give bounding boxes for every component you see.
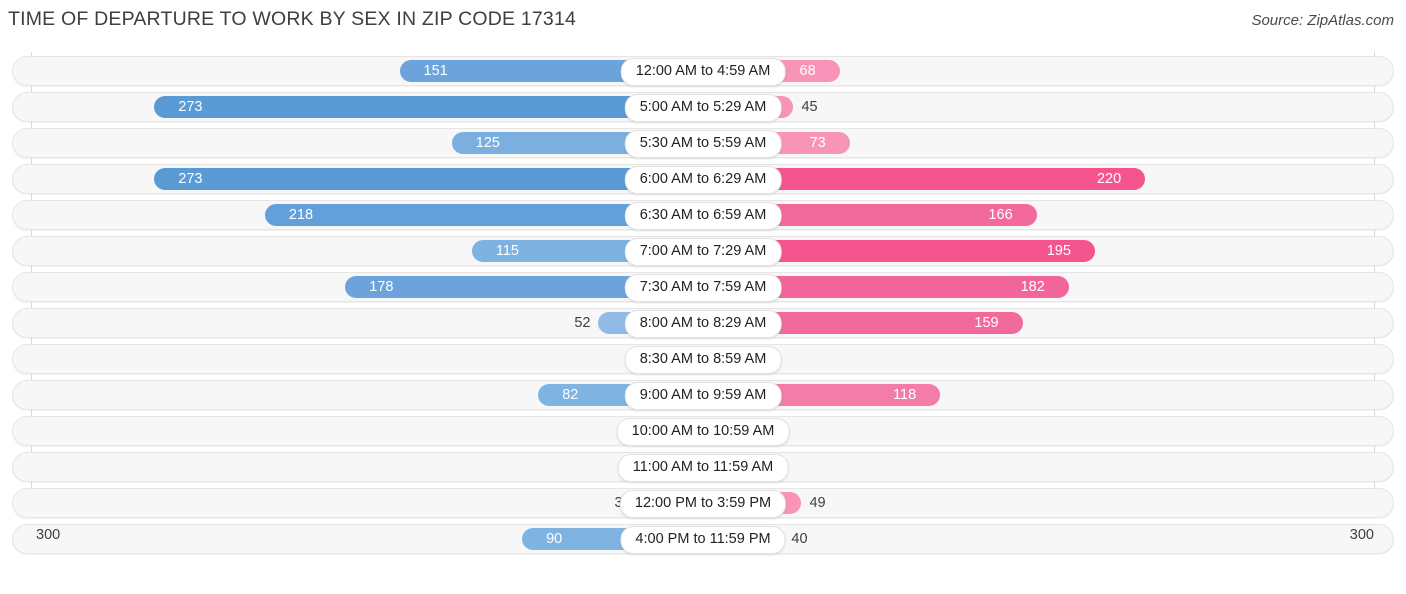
category-label[interactable]: 6:30 AM to 6:59 AM [624,202,782,230]
table-row[interactable]: 324912:00 PM to 3:59 PM [12,488,1394,518]
table-row[interactable]: 82 118 9:00 AM to 9:59 AM [12,380,1394,410]
table-row[interactable]: 125 73 5:30 AM to 5:59 AM [12,128,1394,158]
table-row[interactable]: 273 220 6:00 AM to 6:29 AM [12,164,1394,194]
table-row[interactable]: 0010:00 AM to 10:59 AM [12,416,1394,446]
category-label[interactable]: 8:00 AM to 8:29 AM [624,310,782,338]
category-label[interactable]: 8:30 AM to 8:59 AM [624,346,782,374]
category-label[interactable]: 6:00 AM to 6:29 AM [624,166,782,194]
table-row[interactable]: 151 68 12:00 AM to 4:59 AM [12,56,1394,86]
category-label[interactable]: 11:00 AM to 11:59 AM [617,454,789,482]
table-row[interactable]: 218 166 6:30 AM to 6:59 AM [12,200,1394,230]
table-row[interactable]: 115 195 7:00 AM to 7:29 AM [12,236,1394,266]
category-label[interactable]: 7:00 AM to 7:29 AM [624,238,782,266]
category-label[interactable]: 5:30 AM to 5:59 AM [624,130,782,158]
category-label[interactable]: 7:30 AM to 7:59 AM [624,274,782,302]
category-label[interactable]: 9:00 AM to 9:59 AM [624,382,782,410]
source-attribution: Source: ZipAtlas.com [1251,12,1394,29]
category-label[interactable]: 5:00 AM to 5:29 AM [624,94,782,122]
category-label[interactable]: 10:00 AM to 10:59 AM [616,418,790,446]
table-row[interactable]: 1458:30 AM to 8:59 AM [12,344,1394,374]
table-row[interactable]: 178 182 7:30 AM to 7:59 AM [12,272,1394,302]
category-label[interactable]: 12:00 PM to 3:59 PM [619,490,787,518]
category-label[interactable]: 12:00 AM to 4:59 AM [620,58,786,86]
male-value-label: 273 [178,171,203,187]
male-value-label: 273 [178,99,203,115]
chart-plot-area: 151 68 12:00 AM to 4:59 AM 273 45 5:00 AM to … [0,52,1406,555]
table-row[interactable]: 273 45 5:00 AM to 5:29 AM [12,92,1394,122]
category-label[interactable]: 4:00 PM to 11:59 PM [620,526,786,554]
table-row[interactable]: 52 159 8:00 AM to 8:29 AM [12,308,1394,338]
table-row[interactable]: 3011:00 AM to 11:59 AM [12,452,1394,482]
page-title: TIME OF DEPARTURE TO WORK BY SEX IN ZIP … [8,8,577,30]
